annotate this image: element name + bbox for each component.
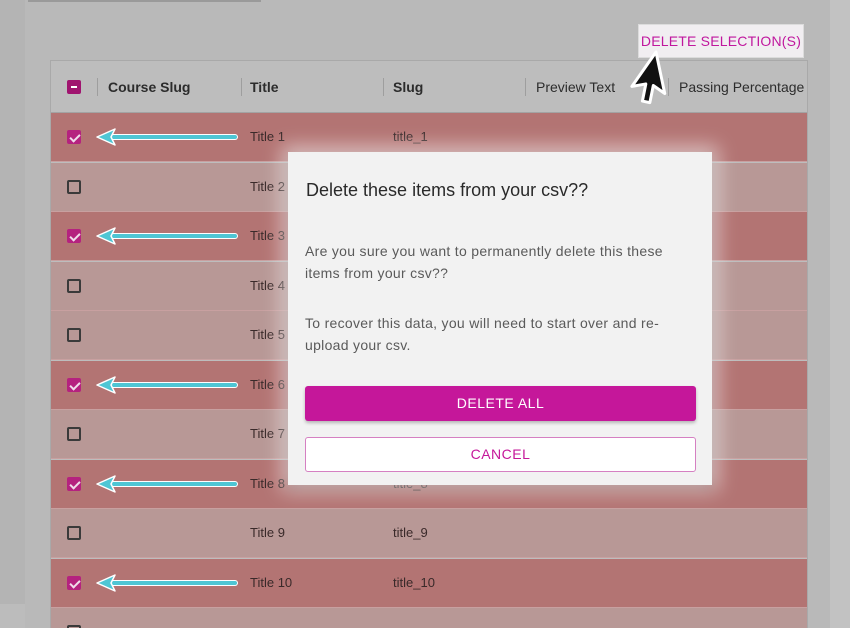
row-checkbox-checked[interactable] <box>67 576 81 590</box>
screen: DELETE SELECTION(S) Course Slug Title Sl… <box>0 0 850 628</box>
right-gutter <box>830 0 850 628</box>
table-row[interactable]: Title 10 title_10 <box>51 559 807 608</box>
cell-title: Title 8 <box>250 476 285 491</box>
tab-indicator <box>28 0 261 2</box>
cell-title: Title 4 <box>250 278 285 293</box>
annotation-arrow-icon <box>96 376 238 394</box>
column-divider <box>668 78 669 96</box>
column-divider <box>525 78 526 96</box>
cell-title: Title 9 <box>250 525 285 540</box>
column-divider <box>97 78 98 96</box>
dialog-warning-text: Are you sure you want to permanently del… <box>305 243 663 281</box>
row-checkbox[interactable] <box>67 328 81 342</box>
delete-all-button[interactable]: DELETE ALL <box>305 386 696 421</box>
cell-title: Title 1 <box>250 129 285 144</box>
delete-confirmation-dialog: Delete these items from your csv?? Are y… <box>288 152 712 485</box>
column-header-passing-percentage[interactable]: Passing Percentage <box>679 61 804 113</box>
cancel-button[interactable]: CANCEL <box>305 437 696 472</box>
row-checkbox[interactable] <box>67 279 81 293</box>
table-header: Course Slug Title Slug Preview Text Pass… <box>51 61 807 113</box>
row-checkbox[interactable] <box>67 180 81 194</box>
left-gutter <box>0 0 25 604</box>
row-checkbox-checked[interactable] <box>67 378 81 392</box>
dialog-recovery-text: To recover this data, you will need to s… <box>305 315 660 353</box>
row-checkbox-checked[interactable] <box>67 477 81 491</box>
dialog-title: Delete these items from your csv?? <box>306 180 589 200</box>
table-row[interactable]: Title 9 title_9 <box>51 509 807 558</box>
row-checkbox[interactable] <box>67 526 81 540</box>
row-checkbox-checked[interactable] <box>67 229 81 243</box>
cell-title: Title 3 <box>250 228 285 243</box>
table-row[interactable] <box>51 608 807 628</box>
column-divider <box>241 78 242 96</box>
mouse-cursor-icon <box>630 50 667 105</box>
cell-slug: title_10 <box>393 575 435 590</box>
cell-title: Title 6 <box>250 377 285 392</box>
select-all-checkbox[interactable] <box>67 80 81 94</box>
annotation-arrow-icon <box>96 128 238 146</box>
annotation-arrow-icon <box>96 227 238 245</box>
row-checkbox[interactable] <box>67 427 81 441</box>
column-header-preview-text[interactable]: Preview Text <box>536 61 615 113</box>
cell-title: Title 5 <box>250 327 285 342</box>
column-header-course-slug[interactable]: Course Slug <box>108 61 190 113</box>
column-divider <box>383 78 384 96</box>
cell-title: Title 2 <box>250 179 285 194</box>
annotation-arrow-icon <box>96 574 238 592</box>
row-checkbox-checked[interactable] <box>67 130 81 144</box>
column-header-title[interactable]: Title <box>250 61 279 113</box>
cell-title: Title 10 <box>250 575 293 590</box>
column-header-slug[interactable]: Slug <box>393 61 423 113</box>
cell-title: Title 7 <box>250 426 285 441</box>
annotation-arrow-icon <box>96 475 238 493</box>
cell-slug: title_9 <box>393 525 428 540</box>
